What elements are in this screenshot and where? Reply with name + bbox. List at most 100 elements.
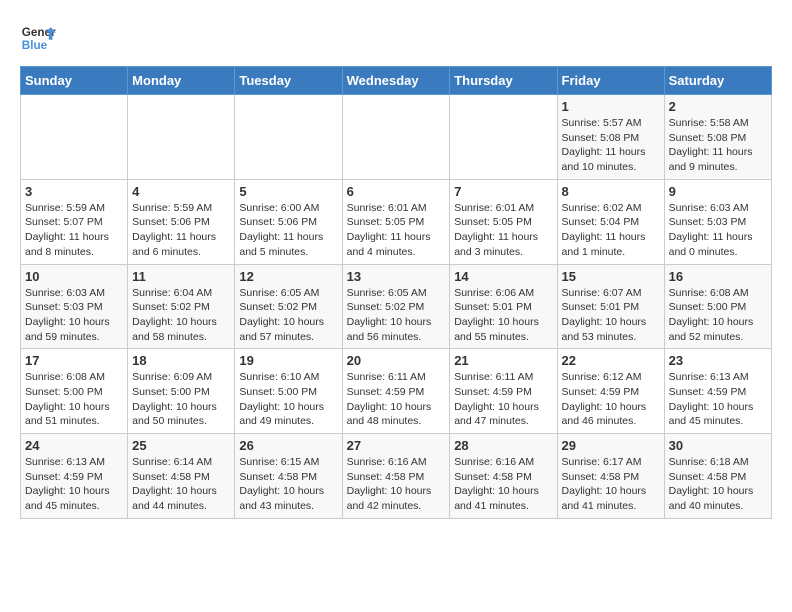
logo-icon: General Blue (20, 20, 56, 56)
day-number: 12 (239, 269, 337, 284)
weekday-header-cell: Sunday (21, 67, 128, 95)
day-number: 7 (454, 184, 552, 199)
day-number: 4 (132, 184, 230, 199)
day-number: 1 (562, 99, 660, 114)
calendar-cell: 1Sunrise: 5:57 AM Sunset: 5:08 PM Daylig… (557, 95, 664, 180)
day-number: 10 (25, 269, 123, 284)
day-number: 9 (669, 184, 767, 199)
day-info: Sunrise: 6:13 AM Sunset: 4:59 PM Dayligh… (25, 455, 123, 514)
day-number: 28 (454, 438, 552, 453)
day-number: 20 (347, 353, 446, 368)
calendar-cell: 29 Sunrise: 6:17 AM Sunset: 4:58 PM Dayli… (557, 434, 664, 519)
calendar-cell: 14 Sunrise: 6:06 AM Sunset: 5:01 PM Dayli… (450, 264, 557, 349)
calendar-week-row: 3 Sunrise: 5:59 AM Sunset: 5:07 PM Daylig… (21, 179, 772, 264)
calendar-cell: 3 Sunrise: 5:59 AM Sunset: 5:07 PM Daylig… (21, 179, 128, 264)
calendar-cell: 5 Sunrise: 6:00 AM Sunset: 5:06 PM Daylig… (235, 179, 342, 264)
calendar-cell: 19 Sunrise: 6:10 AM Sunset: 5:00 PM Dayli… (235, 349, 342, 434)
calendar-cell (450, 95, 557, 180)
calendar-table: SundayMondayTuesdayWednesdayThursdayFrid… (20, 66, 772, 519)
calendar-cell (342, 95, 450, 180)
day-info: Sunrise: 6:16 AM Sunset: 4:58 PM Dayligh… (454, 455, 552, 514)
calendar-cell: 30 Sunrise: 6:18 AM Sunset: 4:58 PM Dayli… (664, 434, 771, 519)
day-info: Sunrise: 6:16 AM Sunset: 4:58 PM Dayligh… (347, 455, 446, 514)
day-info: Sunrise: 6:17 AM Sunset: 4:58 PM Dayligh… (562, 455, 660, 514)
day-number: 24 (25, 438, 123, 453)
weekday-header-cell: Friday (557, 67, 664, 95)
calendar-cell (21, 95, 128, 180)
day-number: 15 (562, 269, 660, 284)
calendar-cell: 10 Sunrise: 6:03 AM Sunset: 5:03 PM Dayli… (21, 264, 128, 349)
day-info: Sunrise: 6:04 AM Sunset: 5:02 PM Dayligh… (132, 286, 230, 345)
day-number: 26 (239, 438, 337, 453)
calendar-cell: 21 Sunrise: 6:11 AM Sunset: 4:59 PM Dayli… (450, 349, 557, 434)
day-info: Sunrise: 6:09 AM Sunset: 5:00 PM Dayligh… (132, 370, 230, 429)
day-info: Sunrise: 5:59 AM Sunset: 5:06 PM Dayligh… (132, 201, 230, 260)
day-number: 13 (347, 269, 446, 284)
page-header: General Blue (20, 20, 772, 56)
day-info: Sunrise: 6:00 AM Sunset: 5:06 PM Dayligh… (239, 201, 337, 260)
day-info: Sunrise: 6:02 AM Sunset: 5:04 PM Dayligh… (562, 201, 660, 260)
day-info: Sunrise: 6:03 AM Sunset: 5:03 PM Dayligh… (669, 201, 767, 260)
day-number: 6 (347, 184, 446, 199)
calendar-cell: 4 Sunrise: 5:59 AM Sunset: 5:06 PM Daylig… (128, 179, 235, 264)
day-number: 25 (132, 438, 230, 453)
day-number: 22 (562, 353, 660, 368)
logo: General Blue (20, 20, 56, 56)
day-info: Sunrise: 6:11 AM Sunset: 4:59 PM Dayligh… (347, 370, 446, 429)
day-number: 29 (562, 438, 660, 453)
calendar-cell: 16 Sunrise: 6:08 AM Sunset: 5:00 PM Dayli… (664, 264, 771, 349)
day-info: Sunrise: 6:10 AM Sunset: 5:00 PM Dayligh… (239, 370, 337, 429)
calendar-cell: 26 Sunrise: 6:15 AM Sunset: 4:58 PM Dayli… (235, 434, 342, 519)
day-info: Sunrise: 6:05 AM Sunset: 5:02 PM Dayligh… (347, 286, 446, 345)
calendar-cell: 24 Sunrise: 6:13 AM Sunset: 4:59 PM Dayli… (21, 434, 128, 519)
calendar-week-row: 17 Sunrise: 6:08 AM Sunset: 5:00 PM Dayli… (21, 349, 772, 434)
day-info: Sunrise: 6:18 AM Sunset: 4:58 PM Dayligh… (669, 455, 767, 514)
weekday-header-row: SundayMondayTuesdayWednesdayThursdayFrid… (21, 67, 772, 95)
calendar-cell: 15Sunrise: 6:07 AM Sunset: 5:01 PM Dayli… (557, 264, 664, 349)
weekday-header-cell: Monday (128, 67, 235, 95)
calendar-cell: 6 Sunrise: 6:01 AM Sunset: 5:05 PM Daylig… (342, 179, 450, 264)
calendar-cell: 27Sunrise: 6:16 AM Sunset: 4:58 PM Dayli… (342, 434, 450, 519)
calendar-cell: 20 Sunrise: 6:11 AM Sunset: 4:59 PM Dayli… (342, 349, 450, 434)
day-info: Sunrise: 6:05 AM Sunset: 5:02 PM Dayligh… (239, 286, 337, 345)
day-info: Sunrise: 6:13 AM Sunset: 4:59 PM Dayligh… (669, 370, 767, 429)
calendar-cell (128, 95, 235, 180)
day-info: Sunrise: 6:08 AM Sunset: 5:00 PM Dayligh… (669, 286, 767, 345)
day-info: Sunrise: 5:59 AM Sunset: 5:07 PM Dayligh… (25, 201, 123, 260)
day-info: Sunrise: 6:11 AM Sunset: 4:59 PM Dayligh… (454, 370, 552, 429)
day-number: 11 (132, 269, 230, 284)
calendar-cell: 2 Sunrise: 5:58 AM Sunset: 5:08 PM Daylig… (664, 95, 771, 180)
weekday-header-cell: Wednesday (342, 67, 450, 95)
weekday-header-cell: Thursday (450, 67, 557, 95)
calendar-week-row: 1Sunrise: 5:57 AM Sunset: 5:08 PM Daylig… (21, 95, 772, 180)
calendar-cell: 8 Sunrise: 6:02 AM Sunset: 5:04 PM Daylig… (557, 179, 664, 264)
day-info: Sunrise: 6:12 AM Sunset: 4:59 PM Dayligh… (562, 370, 660, 429)
calendar-week-row: 24 Sunrise: 6:13 AM Sunset: 4:59 PM Dayli… (21, 434, 772, 519)
day-info: Sunrise: 6:01 AM Sunset: 5:05 PM Dayligh… (454, 201, 552, 260)
day-number: 18 (132, 353, 230, 368)
day-info: Sunrise: 6:06 AM Sunset: 5:01 PM Dayligh… (454, 286, 552, 345)
calendar-cell: 11 Sunrise: 6:04 AM Sunset: 5:02 PM Dayli… (128, 264, 235, 349)
weekday-header-cell: Saturday (664, 67, 771, 95)
calendar-cell: 9 Sunrise: 6:03 AM Sunset: 5:03 PM Daylig… (664, 179, 771, 264)
day-info: Sunrise: 6:14 AM Sunset: 4:58 PM Dayligh… (132, 455, 230, 514)
day-number: 19 (239, 353, 337, 368)
day-info: Sunrise: 6:15 AM Sunset: 4:58 PM Dayligh… (239, 455, 337, 514)
day-number: 21 (454, 353, 552, 368)
day-number: 17 (25, 353, 123, 368)
day-number: 23 (669, 353, 767, 368)
day-number: 16 (669, 269, 767, 284)
day-number: 3 (25, 184, 123, 199)
day-number: 5 (239, 184, 337, 199)
day-info: Sunrise: 6:01 AM Sunset: 5:05 PM Dayligh… (347, 201, 446, 260)
day-info: Sunrise: 5:58 AM Sunset: 5:08 PM Dayligh… (669, 116, 767, 175)
day-number: 14 (454, 269, 552, 284)
day-number: 30 (669, 438, 767, 453)
calendar-body: 1Sunrise: 5:57 AM Sunset: 5:08 PM Daylig… (21, 95, 772, 519)
calendar-cell: 7 Sunrise: 6:01 AM Sunset: 5:05 PM Daylig… (450, 179, 557, 264)
day-info: Sunrise: 6:03 AM Sunset: 5:03 PM Dayligh… (25, 286, 123, 345)
day-number: 2 (669, 99, 767, 114)
calendar-cell: 22 Sunrise: 6:12 AM Sunset: 4:59 PM Dayli… (557, 349, 664, 434)
day-info: Sunrise: 6:08 AM Sunset: 5:00 PM Dayligh… (25, 370, 123, 429)
day-number: 8 (562, 184, 660, 199)
